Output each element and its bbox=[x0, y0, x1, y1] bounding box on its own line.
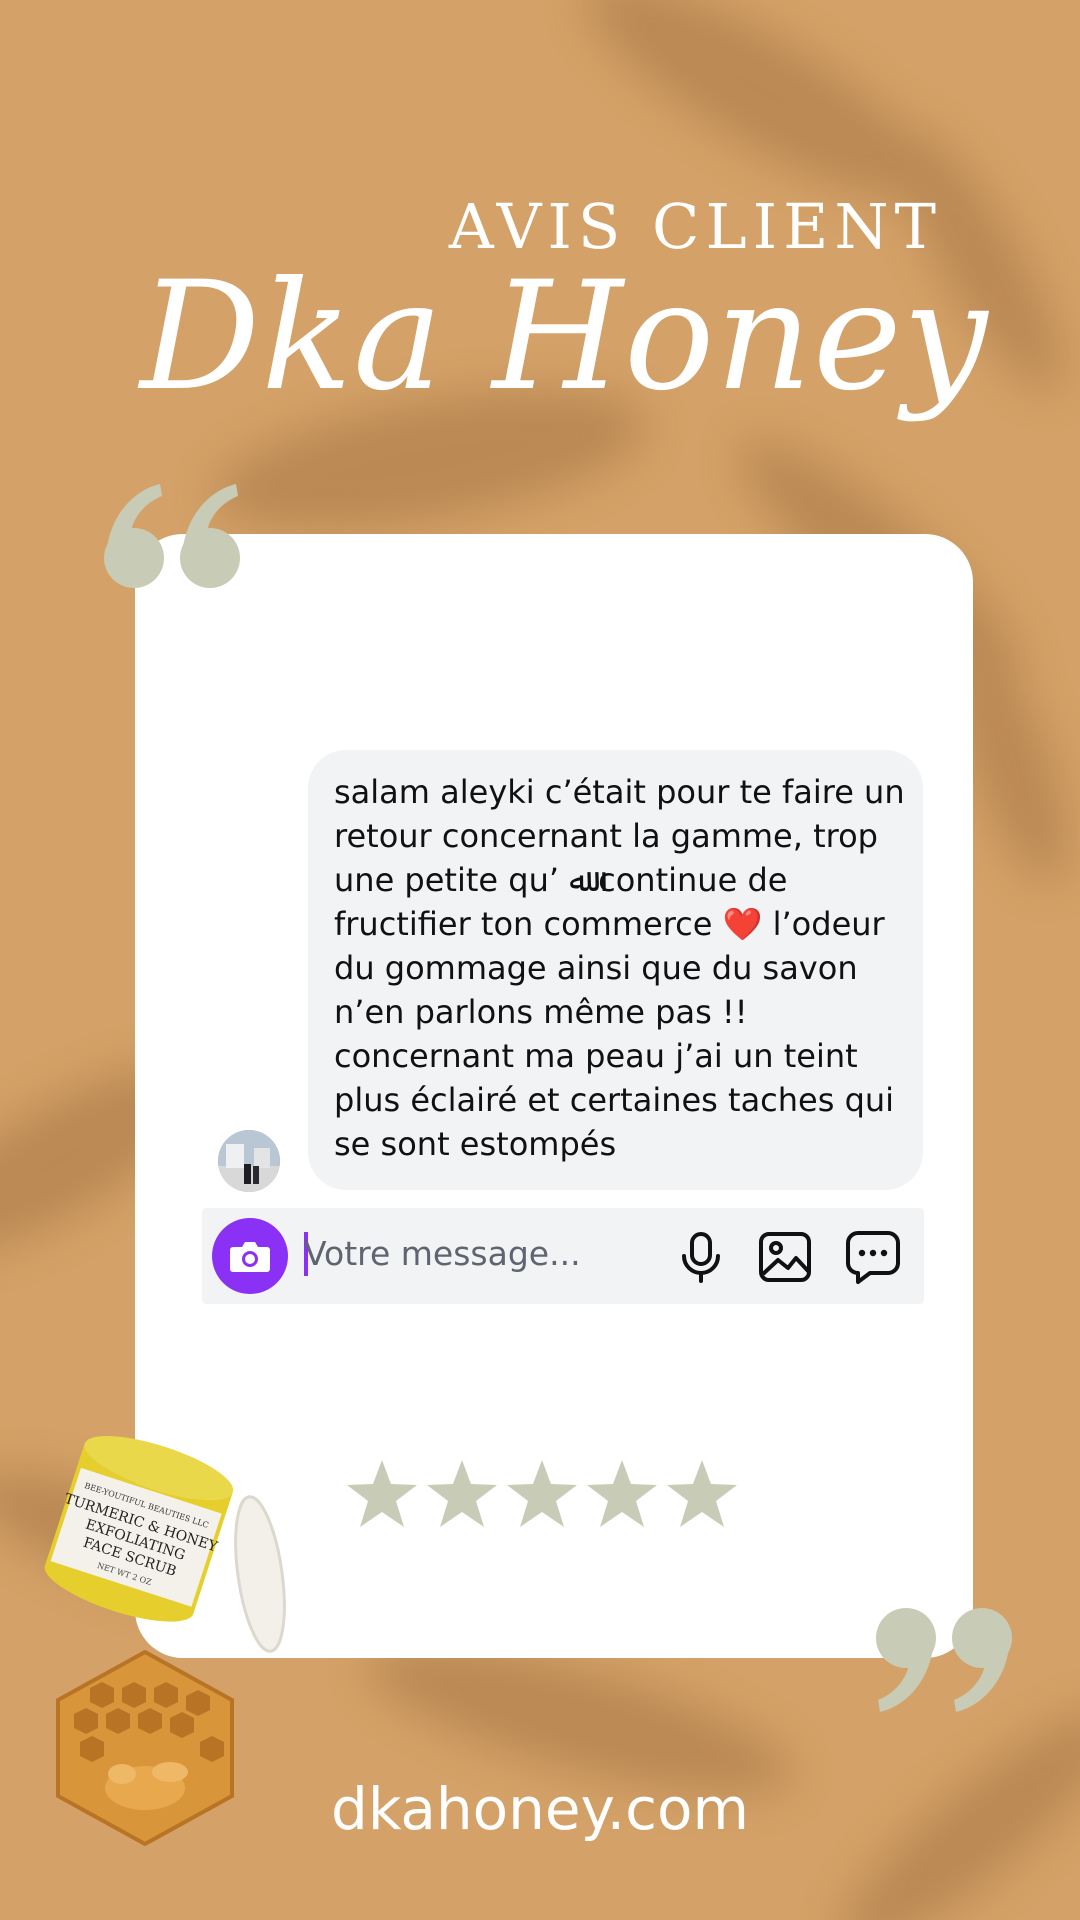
face-scrub-jar-image: BEE-YOUTIFUL BEAUTIES LLC TURMERIC & HON… bbox=[44, 1435, 286, 1653]
camera-button[interactable] bbox=[212, 1218, 288, 1294]
star-icon bbox=[427, 1460, 497, 1527]
avatar[interactable] bbox=[218, 1130, 280, 1192]
camera-icon bbox=[230, 1242, 270, 1272]
star-icon bbox=[507, 1460, 577, 1527]
close-quote-icon bbox=[876, 1608, 1012, 1712]
image-icon[interactable] bbox=[756, 1228, 814, 1286]
star-icon bbox=[667, 1460, 737, 1527]
brand-title: Dka Honey bbox=[140, 250, 989, 424]
star-icon bbox=[347, 1460, 417, 1527]
microphone-icon[interactable] bbox=[672, 1228, 730, 1286]
review-message-text: salam aleyki c’était pour te faire un re… bbox=[334, 773, 905, 1163]
message-input[interactable]: Votre message... bbox=[304, 1234, 581, 1273]
star-icon bbox=[587, 1460, 657, 1527]
avatar-photo-icon bbox=[218, 1130, 280, 1192]
website-url[interactable]: dkahoney.com bbox=[0, 1775, 1080, 1843]
chat-icon[interactable] bbox=[844, 1228, 902, 1286]
open-quote-icon bbox=[104, 484, 240, 588]
rating-stars bbox=[345, 1458, 739, 1530]
